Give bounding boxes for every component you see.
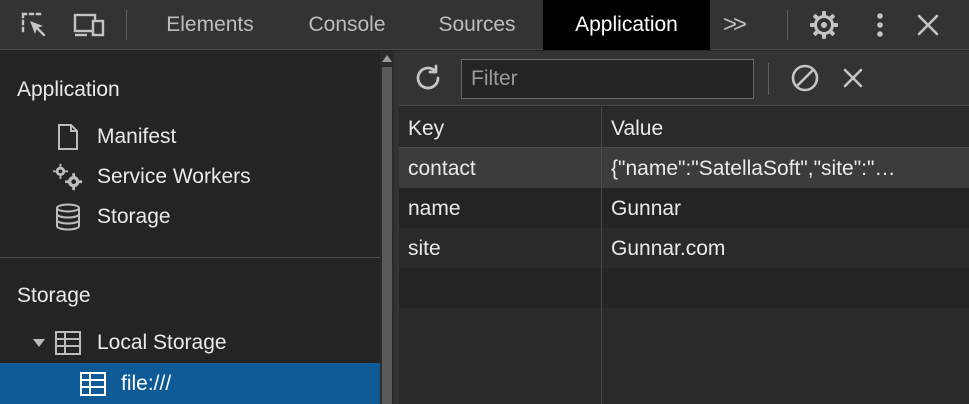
tab-sources[interactable]: Sources	[417, 0, 537, 50]
table-row[interactable]: contact {"name":"SatellaSoft","site":"…	[399, 148, 969, 188]
sidebar-item-file-origin[interactable]: file:///	[0, 363, 380, 404]
chevron-double-right-icon: >>	[722, 11, 747, 38]
tab-elements[interactable]: Elements	[143, 0, 277, 50]
application-sidebar: Application Manifest Service Workers Sto…	[0, 51, 380, 404]
sidebar-item-label: Local Storage	[97, 331, 227, 354]
value-cell: Gunnar	[611, 197, 682, 220]
filter-toolbar	[399, 51, 969, 106]
sidebar-item-label: Storage	[97, 205, 171, 228]
sidebar-divider	[0, 257, 380, 258]
toolbar-separator	[787, 10, 788, 40]
kebab-menu-icon[interactable]	[864, 9, 896, 41]
table-header: Key Value	[399, 107, 969, 148]
table-icon	[78, 368, 108, 400]
table-row[interactable]: site Gunnar.com	[399, 228, 969, 268]
refresh-icon[interactable]	[412, 62, 444, 94]
device-toolbar-icon[interactable]	[73, 9, 105, 41]
sidebar-item-label: Manifest	[97, 125, 177, 148]
sidebar-item-label: Service Workers	[97, 165, 251, 188]
database-icon	[52, 201, 84, 233]
column-header-value[interactable]: Value	[611, 117, 663, 141]
storage-view: Key Value contact {"name":"SatellaSoft",…	[399, 51, 969, 404]
sidebar-section-storage: Storage	[17, 284, 91, 307]
clear-all-icon[interactable]	[789, 62, 821, 94]
column-divider[interactable]	[601, 107, 602, 404]
sidebar-item-service-workers[interactable]: Service Workers	[0, 157, 380, 197]
gear-icon[interactable]	[808, 9, 840, 41]
devtools-toolbar: Elements Console Sources Application >>	[0, 0, 969, 50]
gears-icon	[52, 161, 84, 193]
table-row[interactable]: name Gunnar	[399, 188, 969, 228]
scroll-up-arrow-icon[interactable]	[382, 55, 392, 62]
key-cell: site	[408, 237, 441, 260]
filter-input[interactable]	[461, 59, 754, 99]
sidebar-item-storage[interactable]: Storage	[0, 197, 380, 237]
local-storage-table: Key Value contact {"name":"SatellaSoft",…	[399, 107, 969, 404]
value-cell: Gunnar.com	[611, 237, 726, 260]
key-cell: name	[408, 197, 461, 220]
sidebar-section-application: Application	[17, 78, 120, 101]
empty-row	[399, 308, 969, 404]
sidebar-item-label: file:///	[121, 372, 172, 395]
empty-row	[399, 268, 969, 308]
document-icon	[52, 121, 84, 153]
table-icon	[52, 327, 84, 359]
more-tabs-button[interactable]: >>	[716, 10, 750, 40]
sidebar-item-local-storage[interactable]: Local Storage	[0, 323, 380, 363]
toolbar-separator	[126, 10, 127, 40]
toolbar-separator	[768, 63, 769, 95]
tab-application[interactable]: Application	[543, 0, 710, 50]
inspect-element-icon[interactable]	[18, 9, 50, 41]
close-icon[interactable]	[912, 9, 944, 41]
delete-selected-icon[interactable]	[837, 62, 869, 94]
tab-console[interactable]: Console	[285, 0, 409, 50]
expand-arrow-icon[interactable]	[32, 336, 46, 350]
column-header-key[interactable]: Key	[408, 117, 444, 141]
value-cell: {"name":"SatellaSoft","site":"…	[611, 157, 896, 180]
sidebar-item-manifest[interactable]: Manifest	[0, 117, 380, 157]
scrollbar-thumb[interactable]	[382, 67, 392, 404]
key-cell: contact	[408, 157, 476, 180]
sidebar-scrollbar[interactable]	[380, 51, 394, 404]
